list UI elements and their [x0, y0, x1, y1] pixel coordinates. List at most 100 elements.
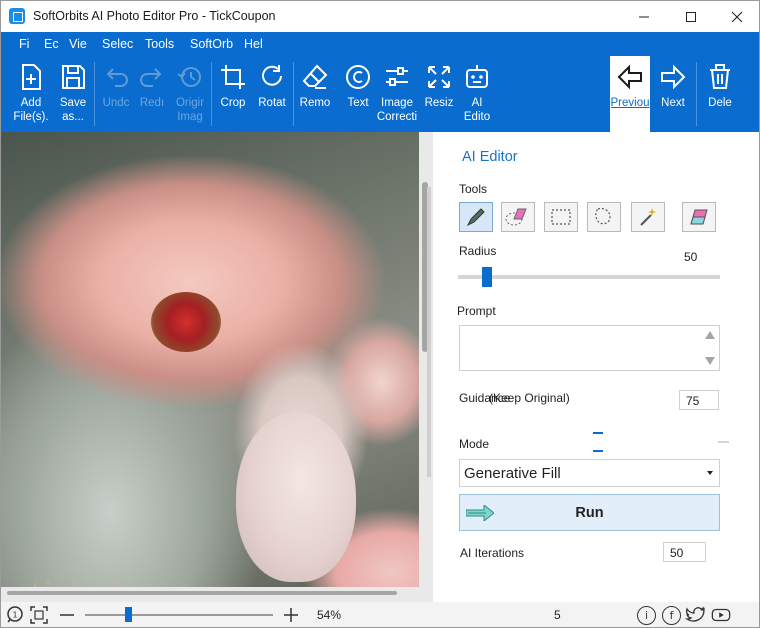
rect-select-tool-button[interactable]	[544, 202, 578, 232]
menu-select[interactable]: Selec	[102, 37, 133, 51]
next-button[interactable]: Next	[655, 56, 691, 132]
rect-select-icon	[551, 209, 571, 225]
flower-ornament	[151, 292, 221, 352]
brush-icon	[466, 208, 485, 227]
eraser-icon	[302, 64, 328, 89]
undo-button[interactable]: Undc	[97, 56, 135, 132]
previous-label: Previou	[610, 97, 650, 109]
zoom-slider-thumb[interactable]	[125, 607, 133, 622]
text-button[interactable]: Text	[339, 56, 377, 132]
crop-label: Crop	[220, 97, 246, 109]
close-button[interactable]	[714, 1, 759, 32]
save-as-button[interactable]: Save as...	[53, 56, 93, 132]
menu-help[interactable]: Hel	[244, 37, 263, 51]
resize-label: Resiz	[424, 97, 454, 109]
image-correction-button[interactable]: Image Correcti	[375, 56, 419, 132]
scroll-up-icon[interactable]	[705, 331, 715, 339]
iterations-input[interactable]: 50	[663, 542, 706, 562]
rotate-button[interactable]: Rotat	[253, 56, 291, 132]
remove-button[interactable]: Remo	[296, 56, 334, 132]
toolbar-separator	[696, 62, 697, 126]
delete-button[interactable]: Dele	[703, 56, 737, 132]
mode-indicator	[718, 441, 729, 443]
radius-label: Radius	[459, 244, 497, 258]
minimize-button[interactable]	[621, 1, 667, 32]
fit-screen-button[interactable]	[29, 605, 49, 625]
ai-editor-button[interactable]: AI Edito	[459, 56, 495, 132]
chevron-down-icon	[707, 471, 713, 475]
lasso-eraser-icon	[505, 208, 527, 226]
prompt-input[interactable]	[459, 325, 720, 371]
previous-button[interactable]: Previou	[610, 56, 650, 132]
smart-eraser-tool-button[interactable]	[501, 202, 535, 232]
sliders-icon	[386, 67, 408, 86]
zoom-search-icon: 1	[7, 606, 23, 623]
copyright-icon	[346, 65, 370, 89]
zoom-in-button[interactable]	[281, 605, 301, 625]
zoom-slider-track[interactable]	[85, 614, 273, 616]
image-canvas[interactable]: tickgiveaway	[1, 132, 433, 602]
magic-wand-tool-button[interactable]	[631, 202, 665, 232]
rotate-label: Rotat	[258, 97, 286, 109]
add-files-label: Add File(s).	[13, 97, 49, 123]
maximize-button[interactable]	[668, 1, 714, 32]
radius-slider-track[interactable]	[458, 275, 720, 279]
menu-tools[interactable]: Tools	[145, 37, 174, 51]
robot-icon	[466, 65, 488, 88]
mode-select[interactable]: Generative Fill	[459, 459, 720, 487]
add-file-icon	[22, 64, 41, 90]
image-correction-label: Image Correcti	[376, 97, 418, 123]
undo-label: Undc	[102, 97, 130, 109]
mode-indicator	[593, 450, 603, 452]
menu-view[interactable]: Vie	[69, 37, 87, 51]
run-label: Run	[575, 505, 604, 521]
run-button[interactable]: Run	[459, 494, 720, 531]
svg-text:1: 1	[13, 611, 18, 620]
crop-button[interactable]: Crop	[215, 56, 251, 132]
mode-select-value: Generative Fill	[464, 465, 561, 482]
iterations-label: AI Iterations	[460, 546, 525, 560]
prompt-label: Prompt	[457, 304, 496, 318]
lasso-icon	[595, 207, 611, 225]
info-icon[interactable]: i	[637, 606, 656, 625]
arrow-left-icon	[617, 64, 642, 90]
facebook-icon[interactable]: f	[662, 606, 681, 625]
tools-label: Tools	[459, 182, 488, 196]
youtube-icon	[711, 608, 731, 622]
undo-icon	[106, 68, 128, 87]
twitter-button[interactable]	[685, 605, 705, 625]
scroll-down-icon[interactable]	[705, 357, 715, 365]
canvas-horizontal-scrollbar[interactable]	[7, 591, 397, 595]
zoom-out-button[interactable]	[57, 605, 77, 625]
redo-button[interactable]: Redı	[135, 56, 169, 132]
menu-edit[interactable]: Ec	[44, 37, 59, 51]
menu-softorbits[interactable]: SoftOrb	[190, 37, 233, 51]
radius-value[interactable]: 50	[678, 247, 718, 267]
edited-photo[interactable]: tickgiveaway	[1, 132, 419, 587]
minimize-icon	[639, 16, 649, 17]
radius-slider-thumb[interactable]	[481, 267, 492, 287]
brush-tool-button[interactable]	[459, 202, 493, 232]
pink-eraser-icon	[690, 209, 708, 225]
add-files-button[interactable]: Add File(s).	[11, 56, 51, 132]
menu-file[interactable]: Fi	[19, 37, 29, 51]
close-icon	[731, 11, 743, 22]
toolbar: Add File(s). Save as... Undc Redı Origir Im…	[1, 56, 759, 132]
youtube-button[interactable]	[711, 605, 731, 625]
toolbar-separator	[94, 62, 95, 126]
ai-editor-panel: AI Editor Tools Radius 50 Prompt Guidanc…	[427, 132, 759, 602]
status-counter: 5	[554, 608, 561, 622]
lasso-tool-button[interactable]	[587, 202, 621, 232]
eraser-tool-button[interactable]	[682, 202, 716, 232]
guidance-input[interactable]: 75	[679, 390, 719, 410]
original-image-button[interactable]: Origir Imag	[171, 56, 209, 132]
resize-button[interactable]: Resiz	[423, 56, 455, 132]
zoom-search-button[interactable]: 1	[5, 605, 25, 625]
toolbar-separator	[293, 62, 294, 126]
save-icon	[62, 65, 85, 89]
app-window: SoftOrbits AI Photo Editor Pro - TickCou…	[0, 0, 760, 628]
history-icon	[177, 67, 201, 87]
text-label: Text	[347, 97, 369, 109]
panel-scrollbar[interactable]	[427, 187, 431, 477]
twitter-icon	[685, 606, 705, 622]
